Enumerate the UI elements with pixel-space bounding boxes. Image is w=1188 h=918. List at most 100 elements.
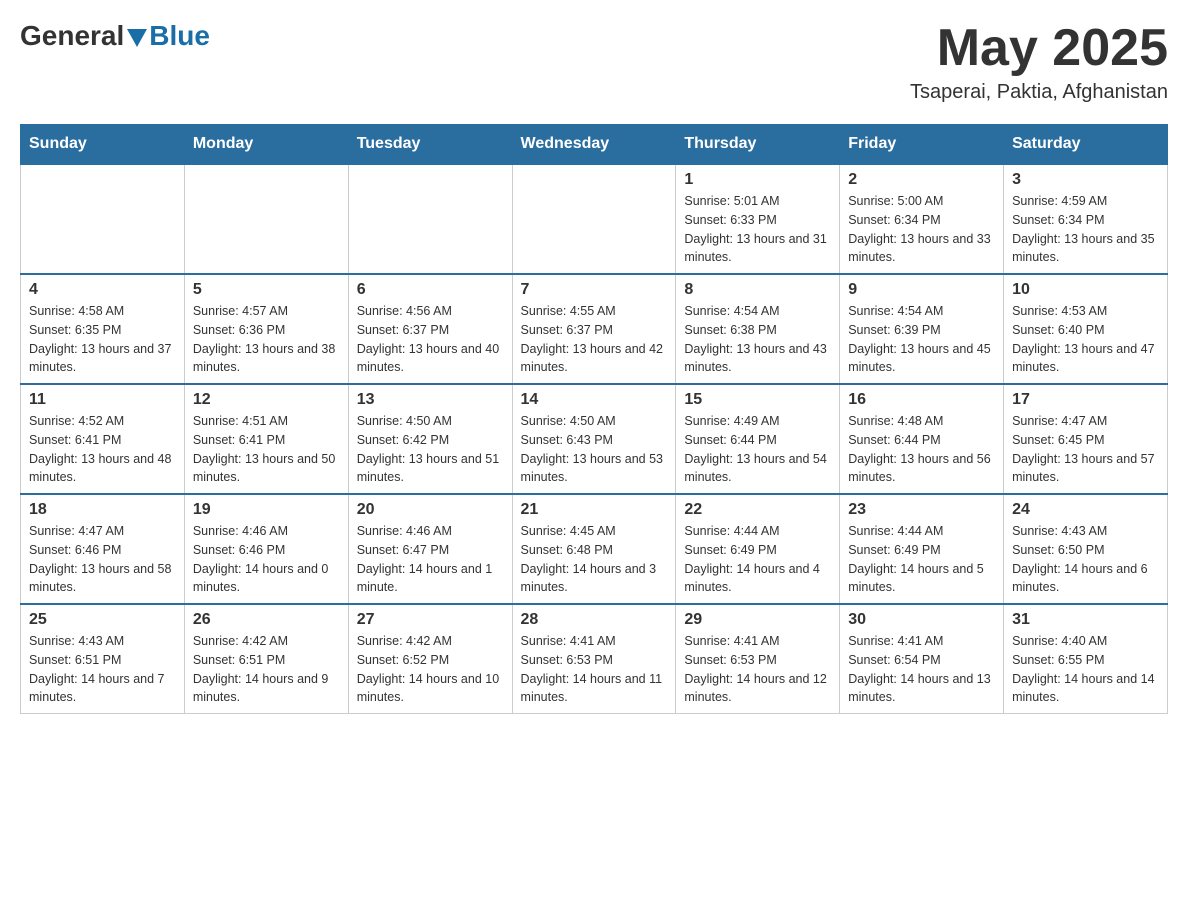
day-info: Sunrise: 4:57 AMSunset: 6:36 PMDaylight:… <box>193 302 340 377</box>
day-number: 5 <box>193 281 340 299</box>
day-info: Sunrise: 4:44 AMSunset: 6:49 PMDaylight:… <box>684 522 831 597</box>
day-info: Sunrise: 4:53 AMSunset: 6:40 PMDaylight:… <box>1012 302 1159 377</box>
day-number: 8 <box>684 281 831 299</box>
day-number: 18 <box>29 501 176 519</box>
calendar-cell: 4 Sunrise: 4:58 AMSunset: 6:35 PMDaylight… <box>21 274 185 384</box>
calendar-cell: 28Sunrise: 4:41 AMSunset: 6:53 PMDayligh… <box>512 604 676 714</box>
day-number: 9 <box>848 281 995 299</box>
day-number: 26 <box>193 611 340 629</box>
day-info: Sunrise: 4:50 AMSunset: 6:43 PMDaylight:… <box>521 412 668 487</box>
weekday-header-monday: Monday <box>184 125 348 165</box>
calendar-cell: 12 Sunrise: 4:51 AMSunset: 6:41 PMDayligh… <box>184 384 348 494</box>
calendar-cell: 2Sunrise: 5:00 AMSunset: 6:34 PMDaylight… <box>840 164 1004 274</box>
day-number: 11 <box>29 391 176 409</box>
logo-triangle-icon <box>127 29 147 47</box>
weekday-header-friday: Friday <box>840 125 1004 165</box>
day-number: 21 <box>521 501 668 519</box>
calendar-cell: 29Sunrise: 4:41 AMSunset: 6:53 PMDayligh… <box>676 604 840 714</box>
calendar-cell <box>21 164 185 274</box>
calendar-cell: 8 Sunrise: 4:54 AMSunset: 6:38 PMDaylight… <box>676 274 840 384</box>
calendar-cell: 16 Sunrise: 4:48 AMSunset: 6:44 PMDayligh… <box>840 384 1004 494</box>
calendar-cell: 11 Sunrise: 4:52 AMSunset: 6:41 PMDayligh… <box>21 384 185 494</box>
calendar-cell: 14 Sunrise: 4:50 AMSunset: 6:43 PMDayligh… <box>512 384 676 494</box>
day-info: Sunrise: 4:52 AMSunset: 6:41 PMDaylight:… <box>29 412 176 487</box>
calendar-cell: 23Sunrise: 4:44 AMSunset: 6:49 PMDayligh… <box>840 494 1004 604</box>
logo-blue-text: Blue <box>149 20 210 52</box>
day-info: Sunrise: 4:44 AMSunset: 6:49 PMDaylight:… <box>848 522 995 597</box>
weekday-header-tuesday: Tuesday <box>348 125 512 165</box>
calendar-cell: 30Sunrise: 4:41 AMSunset: 6:54 PMDayligh… <box>840 604 1004 714</box>
calendar-cell: 21 Sunrise: 4:45 AMSunset: 6:48 PMDayligh… <box>512 494 676 604</box>
day-number: 4 <box>29 281 176 299</box>
weekday-header-saturday: Saturday <box>1004 125 1168 165</box>
week-row-3: 11 Sunrise: 4:52 AMSunset: 6:41 PMDayligh… <box>21 384 1168 494</box>
calendar-cell: 10Sunrise: 4:53 AMSunset: 6:40 PMDayligh… <box>1004 274 1168 384</box>
calendar-cell: 6Sunrise: 4:56 AMSunset: 6:37 PMDaylight… <box>348 274 512 384</box>
day-info: Sunrise: 4:46 AMSunset: 6:46 PMDaylight:… <box>193 522 340 597</box>
day-number: 6 <box>357 281 504 299</box>
calendar-cell <box>348 164 512 274</box>
day-info: Sunrise: 4:49 AMSunset: 6:44 PMDaylight:… <box>684 412 831 487</box>
day-number: 25 <box>29 611 176 629</box>
day-info: Sunrise: 4:45 AMSunset: 6:48 PMDaylight:… <box>521 522 668 597</box>
day-number: 24 <box>1012 501 1159 519</box>
day-info: Sunrise: 4:42 AMSunset: 6:51 PMDaylight:… <box>193 632 340 707</box>
calendar-cell: 18 Sunrise: 4:47 AMSunset: 6:46 PMDayligh… <box>21 494 185 604</box>
day-info: Sunrise: 4:55 AMSunset: 6:37 PMDaylight:… <box>521 302 668 377</box>
calendar-cell: 7 Sunrise: 4:55 AMSunset: 6:37 PMDaylight… <box>512 274 676 384</box>
calendar-cell: 25Sunrise: 4:43 AMSunset: 6:51 PMDayligh… <box>21 604 185 714</box>
page-header: General Blue May 2025 Tsaperai, Paktia, … <box>20 20 1168 104</box>
day-info: Sunrise: 4:48 AMSunset: 6:44 PMDaylight:… <box>848 412 995 487</box>
calendar-cell <box>184 164 348 274</box>
calendar-table: SundayMondayTuesdayWednesdayThursdayFrid… <box>20 124 1168 714</box>
day-number: 3 <box>1012 171 1159 189</box>
month-year-title: May 2025 <box>910 20 1168 77</box>
day-info: Sunrise: 4:51 AMSunset: 6:41 PMDaylight:… <box>193 412 340 487</box>
calendar-cell: 17Sunrise: 4:47 AMSunset: 6:45 PMDayligh… <box>1004 384 1168 494</box>
calendar-cell: 5 Sunrise: 4:57 AMSunset: 6:36 PMDaylight… <box>184 274 348 384</box>
logo: General Blue <box>20 20 210 52</box>
calendar-cell: 26 Sunrise: 4:42 AMSunset: 6:51 PMDayligh… <box>184 604 348 714</box>
weekday-header-sunday: Sunday <box>21 125 185 165</box>
day-info: Sunrise: 4:47 AMSunset: 6:46 PMDaylight:… <box>29 522 176 597</box>
calendar-cell: 24 Sunrise: 4:43 AMSunset: 6:50 PMDayligh… <box>1004 494 1168 604</box>
day-info: Sunrise: 4:54 AMSunset: 6:38 PMDaylight:… <box>684 302 831 377</box>
day-number: 17 <box>1012 391 1159 409</box>
day-number: 19 <box>193 501 340 519</box>
day-info: Sunrise: 4:46 AMSunset: 6:47 PMDaylight:… <box>357 522 504 597</box>
day-number: 2 <box>848 171 995 189</box>
calendar-cell: 15 Sunrise: 4:49 AMSunset: 6:44 PMDayligh… <box>676 384 840 494</box>
calendar-cell <box>512 164 676 274</box>
calendar-header-row: SundayMondayTuesdayWednesdayThursdayFrid… <box>21 125 1168 165</box>
day-info: Sunrise: 4:40 AMSunset: 6:55 PMDaylight:… <box>1012 632 1159 707</box>
calendar-cell: 13 Sunrise: 4:50 AMSunset: 6:42 PMDayligh… <box>348 384 512 494</box>
week-row-5: 25Sunrise: 4:43 AMSunset: 6:51 PMDayligh… <box>21 604 1168 714</box>
week-row-2: 4 Sunrise: 4:58 AMSunset: 6:35 PMDaylight… <box>21 274 1168 384</box>
calendar-cell: 9Sunrise: 4:54 AMSunset: 6:39 PMDaylight… <box>840 274 1004 384</box>
calendar-cell: 31Sunrise: 4:40 AMSunset: 6:55 PMDayligh… <box>1004 604 1168 714</box>
location-subtitle: Tsaperai, Paktia, Afghanistan <box>910 81 1168 104</box>
calendar-cell: 27Sunrise: 4:42 AMSunset: 6:52 PMDayligh… <box>348 604 512 714</box>
day-number: 16 <box>848 391 995 409</box>
calendar-cell: 1Sunrise: 5:01 AMSunset: 6:33 PMDaylight… <box>676 164 840 274</box>
day-info: Sunrise: 4:59 AMSunset: 6:34 PMDaylight:… <box>1012 192 1159 267</box>
day-number: 14 <box>521 391 668 409</box>
day-number: 1 <box>684 171 831 189</box>
day-info: Sunrise: 4:50 AMSunset: 6:42 PMDaylight:… <box>357 412 504 487</box>
day-number: 13 <box>357 391 504 409</box>
day-number: 12 <box>193 391 340 409</box>
logo-general-text: General <box>20 20 124 52</box>
weekday-header-thursday: Thursday <box>676 125 840 165</box>
week-row-1: 1Sunrise: 5:01 AMSunset: 6:33 PMDaylight… <box>21 164 1168 274</box>
title-section: May 2025 Tsaperai, Paktia, Afghanistan <box>910 20 1168 104</box>
calendar-cell: 19 Sunrise: 4:46 AMSunset: 6:46 PMDayligh… <box>184 494 348 604</box>
day-info: Sunrise: 4:43 AMSunset: 6:50 PMDaylight:… <box>1012 522 1159 597</box>
calendar-cell: 20 Sunrise: 4:46 AMSunset: 6:47 PMDayligh… <box>348 494 512 604</box>
calendar-cell: 3 Sunrise: 4:59 AMSunset: 6:34 PMDaylight… <box>1004 164 1168 274</box>
day-number: 15 <box>684 391 831 409</box>
day-number: 29 <box>684 611 831 629</box>
calendar-cell: 22Sunrise: 4:44 AMSunset: 6:49 PMDayligh… <box>676 494 840 604</box>
day-number: 20 <box>357 501 504 519</box>
day-number: 7 <box>521 281 668 299</box>
day-info: Sunrise: 4:58 AMSunset: 6:35 PMDaylight:… <box>29 302 176 377</box>
